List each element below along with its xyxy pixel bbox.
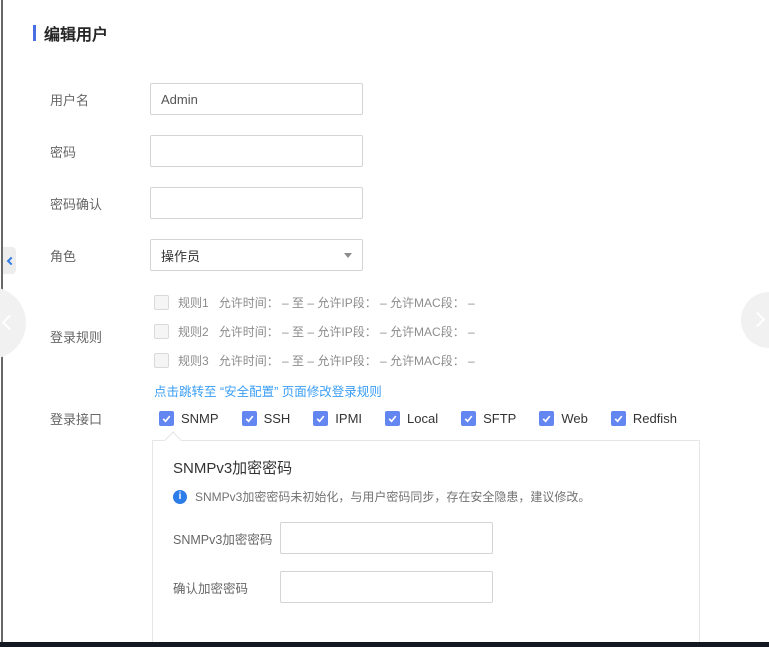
interface-checkbox-sftp[interactable]: SFTP [461, 411, 516, 426]
interface-label: SNMP [181, 411, 219, 426]
checkbox-checked-icon[interactable] [539, 411, 554, 426]
panel-notch [165, 432, 182, 449]
snmpv3-notice: i SNMPv3加密密码未初始化，与用户密码同步，存在安全隐患，建议修改。 [173, 488, 679, 505]
snmpv3-password-confirm-input[interactable] [280, 571, 493, 603]
checkbox-checked-icon[interactable] [461, 411, 476, 426]
chevron-left-icon [2, 315, 18, 331]
role-select[interactable]: 操作员 [150, 239, 363, 271]
snmpv3-notice-text: SNMPv3加密密码未初始化，与用户密码同步，存在安全隐患，建议修改。 [195, 488, 590, 505]
sidebar-collapse-tab[interactable] [3, 247, 16, 274]
rule-name: 规则3 [178, 352, 209, 369]
checkbox-checked-icon[interactable] [242, 411, 257, 426]
checkbox-unchecked-icon [154, 295, 169, 310]
password-confirm-label: 密码确认 [50, 194, 150, 213]
password-row: 密码 [50, 135, 769, 167]
checkbox-unchecked-icon [154, 353, 169, 368]
snmpv3-password-row: SNMPv3加密密码 [173, 522, 679, 554]
interface-checkbox-web[interactable]: Web [539, 411, 588, 426]
page-title: 编辑用户 [44, 21, 108, 45]
chevron-down-icon [344, 253, 352, 258]
password-confirm-input[interactable] [150, 187, 363, 219]
interface-checkbox-ssh[interactable]: SSH [242, 411, 291, 426]
interface-label: SFTP [483, 411, 516, 426]
login-interfaces-label: 登录接口 [50, 409, 150, 428]
login-rules-list: 规则1 允许时间： – 至 – 允许IP段： – 允许MAC段： – 规则2 允… [150, 291, 475, 401]
interface-checkbox-snmp[interactable]: SNMP [159, 411, 219, 426]
login-rule-3: 规则3 允许时间： – 至 – 允许IP段： – 允许MAC段： – [154, 349, 475, 371]
interface-checkbox-redfish[interactable]: Redfish [611, 411, 677, 426]
interface-label: Redfish [633, 411, 677, 426]
interface-label: IPMI [335, 411, 362, 426]
security-config-link[interactable]: 点击跳转至 “安全配置” 页面修改登录规则 [154, 381, 382, 400]
rule-detail: 允许时间： – 至 – 允许IP段： – 允许MAC段： – [219, 323, 475, 340]
role-row: 角色 操作员 [50, 239, 769, 271]
login-rule-1: 规则1 允许时间： – 至 – 允许IP段： – 允许MAC段： – [154, 291, 475, 313]
rule-detail: 允许时间： – 至 – 允许IP段： – 允许MAC段： – [219, 352, 475, 369]
checkbox-checked-icon[interactable] [385, 411, 400, 426]
login-interfaces-row: 登录接口 SNMP SSH IPMI Local [50, 409, 769, 428]
interface-checkbox-ipmi[interactable]: IPMI [313, 411, 362, 426]
username-row: 用户名 [50, 83, 769, 115]
password-input[interactable] [150, 135, 363, 167]
checkbox-checked-icon[interactable] [611, 411, 626, 426]
role-label: 角色 [50, 246, 150, 265]
password-label: 密码 [50, 142, 150, 161]
rule-name: 规则2 [178, 323, 209, 340]
snmpv3-panel: SNMPv3加密密码 i SNMPv3加密密码未初始化，与用户密码同步，存在安全… [152, 440, 700, 647]
interface-label: Web [561, 411, 588, 426]
footer-bar [0, 642, 769, 647]
login-rules-label: 登录规则 [50, 327, 150, 346]
snmpv3-panel-title: SNMPv3加密密码 [173, 457, 679, 478]
page-header: 编辑用户 [0, 0, 769, 45]
snmpv3-password-input[interactable] [280, 522, 493, 554]
chevron-left-icon [6, 256, 14, 264]
login-interfaces-list: SNMP SSH IPMI Local SFTP [150, 411, 700, 426]
checkbox-unchecked-icon [154, 324, 169, 339]
snmpv3-password-confirm-row: 确认加密密码 [173, 571, 679, 603]
rule-name: 规则1 [178, 294, 209, 311]
interface-checkbox-local[interactable]: Local [385, 411, 438, 426]
snmpv3-password-label: SNMPv3加密密码 [173, 529, 280, 548]
chevron-right-icon [750, 312, 766, 328]
login-rules-row: 登录规则 规则1 允许时间： – 至 – 允许IP段： – 允许MAC段： – … [50, 291, 769, 401]
password-confirm-row: 密码确认 [50, 187, 769, 219]
interface-label: SSH [264, 411, 291, 426]
username-input[interactable] [150, 83, 363, 115]
checkbox-checked-icon[interactable] [159, 411, 174, 426]
edit-user-page: 编辑用户 用户名 密码 密码确认 角色 操作员 登录规则 [0, 0, 769, 647]
rule-detail: 允许时间： – 至 – 允许IP段： – 允许MAC段： – [219, 294, 475, 311]
edit-user-form: 用户名 密码 密码确认 角色 操作员 登录规则 规则1 允许时间： [0, 83, 769, 647]
info-icon: i [173, 490, 187, 504]
login-rule-2: 规则2 允许时间： – 至 – 允许IP段： – 允许MAC段： – [154, 320, 475, 342]
snmpv3-password-confirm-label: 确认加密密码 [173, 578, 280, 597]
role-select-value: 操作员 [161, 246, 200, 265]
checkbox-checked-icon[interactable] [313, 411, 328, 426]
interface-label: Local [407, 411, 438, 426]
username-label: 用户名 [50, 90, 150, 109]
title-accent-bar [33, 25, 36, 41]
